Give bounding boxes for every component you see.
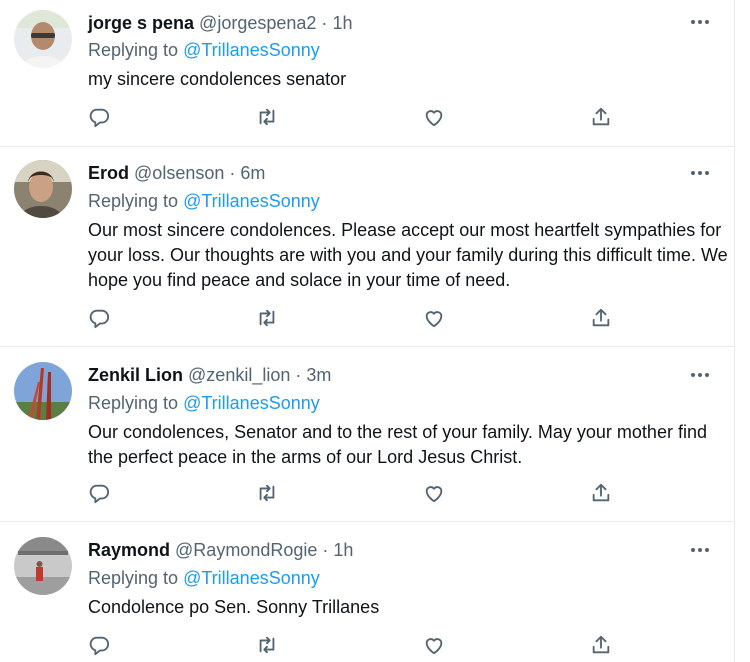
separator: · <box>229 163 236 183</box>
retweet-icon[interactable] <box>256 634 278 656</box>
avatar[interactable] <box>14 537 72 595</box>
timestamp[interactable]: 1h <box>333 540 353 560</box>
heart-icon[interactable] <box>423 482 445 504</box>
separator: · <box>321 13 328 33</box>
author-handle[interactable]: @jorgespena2 <box>199 13 316 33</box>
reply-feed: jorge s pena @jorgespena2 · 1h Replying … <box>0 0 750 662</box>
replying-to: Replying to @TrillanesSonny <box>88 567 320 589</box>
timestamp[interactable]: 1h <box>332 13 352 33</box>
replying-to: Replying to @TrillanesSonny <box>88 39 320 61</box>
tweet-header: jorge s pena @jorgespena2 · 1h <box>88 12 352 34</box>
tweet-text: Our most sincere condolences. Please acc… <box>88 220 728 290</box>
retweet-icon[interactable] <box>256 482 278 504</box>
tweet[interactable]: jorge s pena @jorgespena2 · 1h Replying … <box>0 0 735 147</box>
replying-label: Replying to <box>88 40 179 60</box>
timestamp[interactable]: 6m <box>240 163 265 183</box>
author-name[interactable]: Zenkil Lion <box>88 365 183 385</box>
tweet[interactable]: Zenkil Lion @zenkil_lion · 3m Replying t… <box>0 347 735 522</box>
tweet-header: Raymond @RaymondRogie · 1h <box>88 539 353 561</box>
more-icon[interactable] <box>691 545 713 555</box>
reply-icon[interactable] <box>88 634 110 656</box>
replying-label: Replying to <box>88 568 179 588</box>
timestamp[interactable]: 3m <box>306 365 331 385</box>
tweet-text: my sincere condolences senator <box>88 69 347 89</box>
tweet[interactable]: Erod @olsenson · 6m Replying to @Trillan… <box>0 147 735 347</box>
avatar[interactable] <box>14 160 72 218</box>
tweet[interactable]: Raymond @RaymondRogie · 1h Replying to @… <box>0 522 735 662</box>
heart-icon[interactable] <box>423 307 445 329</box>
heart-icon[interactable] <box>423 106 445 128</box>
separator: · <box>295 365 302 385</box>
author-handle[interactable]: @olsenson <box>134 163 224 183</box>
tweet-header: Erod @olsenson · 6m <box>88 162 265 184</box>
more-icon[interactable] <box>691 370 713 380</box>
mention-link[interactable]: @TrillanesSonny <box>183 191 320 211</box>
tweet-header: Zenkil Lion @zenkil_lion · 3m <box>88 364 331 386</box>
share-icon[interactable] <box>590 307 612 329</box>
reply-icon[interactable] <box>88 482 110 504</box>
replying-label: Replying to <box>88 191 179 211</box>
avatar[interactable] <box>14 362 72 420</box>
author-name[interactable]: jorge s pena <box>88 13 194 33</box>
retweet-icon[interactable] <box>256 307 278 329</box>
author-name[interactable]: Erod <box>88 163 129 183</box>
replying-to: Replying to @TrillanesSonny <box>88 392 320 414</box>
mention-link[interactable]: @TrillanesSonny <box>183 393 320 413</box>
tweet-text: Our condolences, Senator and to the rest… <box>88 422 707 467</box>
more-icon[interactable] <box>691 17 713 27</box>
share-icon[interactable] <box>590 482 612 504</box>
separator: · <box>322 540 329 560</box>
retweet-icon[interactable] <box>256 106 278 128</box>
tweet-text: Condolence po Sen. Sonny Trillanes <box>88 597 380 617</box>
share-icon[interactable] <box>590 106 612 128</box>
author-handle[interactable]: @zenkil_lion <box>188 365 290 385</box>
replying-label: Replying to <box>88 393 179 413</box>
avatar[interactable] <box>14 10 72 68</box>
heart-icon[interactable] <box>423 634 445 656</box>
replying-to: Replying to @TrillanesSonny <box>88 190 320 212</box>
mention-link[interactable]: @TrillanesSonny <box>183 568 320 588</box>
reply-icon[interactable] <box>88 106 110 128</box>
scrollbar[interactable] <box>734 0 750 662</box>
mention-link[interactable]: @TrillanesSonny <box>183 40 320 60</box>
author-name[interactable]: Raymond <box>88 540 170 560</box>
reply-icon[interactable] <box>88 307 110 329</box>
share-icon[interactable] <box>590 634 612 656</box>
more-icon[interactable] <box>691 168 713 178</box>
author-handle[interactable]: @RaymondRogie <box>175 540 317 560</box>
